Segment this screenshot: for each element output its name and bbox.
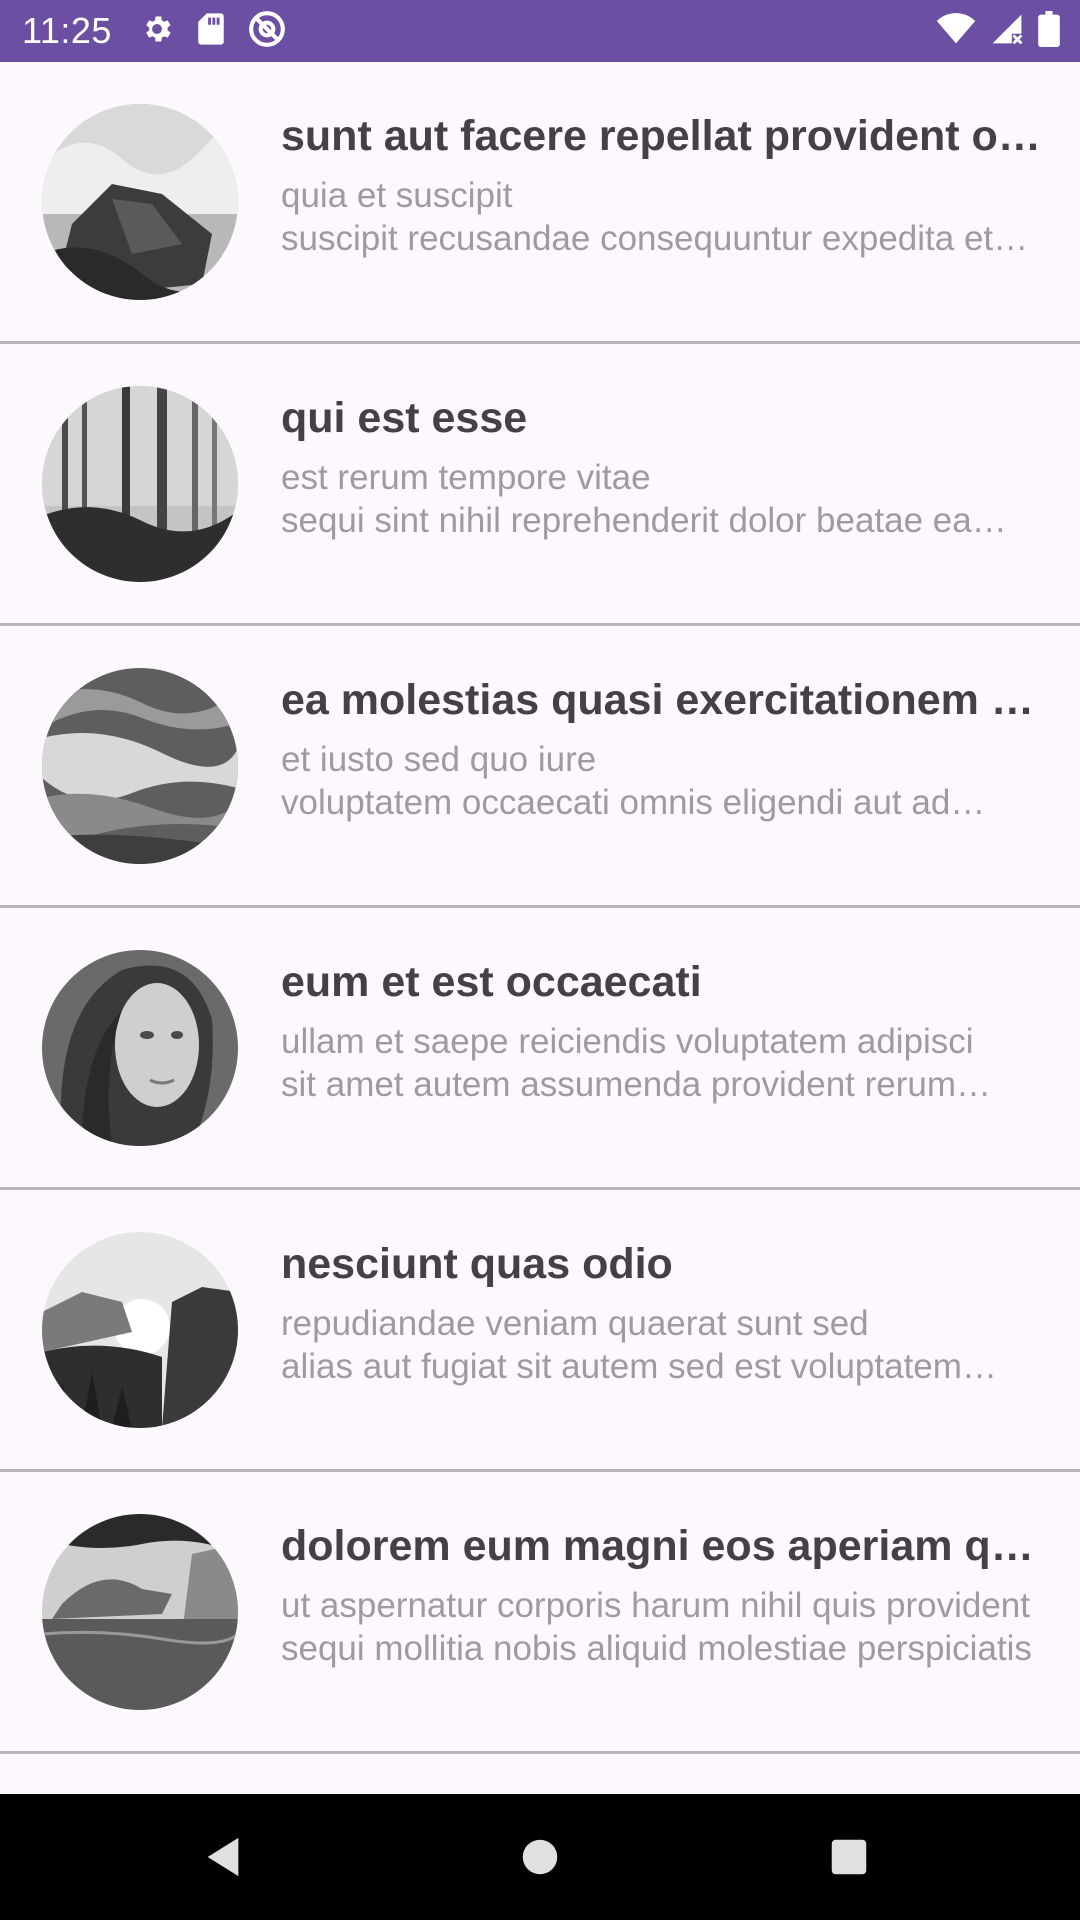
post-image-misty-forest bbox=[42, 386, 238, 582]
wifi-icon bbox=[936, 12, 976, 50]
post-image-woman-portrait bbox=[42, 950, 238, 1146]
post-title: sunt aut facere repellat provident occae… bbox=[281, 112, 1041, 160]
post-body: repudiandae veniam quaerat sunt sed alia… bbox=[281, 1304, 962, 1386]
post-image-mountain-sunset bbox=[42, 1232, 238, 1428]
post-body: ut aspernatur corporis harum nihil quis … bbox=[281, 1586, 1032, 1668]
back-icon[interactable] bbox=[200, 1834, 246, 1885]
post-image-sea-waves bbox=[42, 668, 238, 864]
list-item[interactable]: sunt aut facere repellat provident occae… bbox=[0, 62, 1080, 344]
post-body: ullam et saepe reiciendis voluptatem adi… bbox=[281, 1022, 974, 1104]
post-list: sunt aut facere repellat provident occae… bbox=[0, 62, 1080, 1754]
post-title: qui est esse bbox=[281, 394, 528, 442]
status-bar: 11:25 bbox=[0, 0, 1080, 62]
list-item[interactable]: dolorem eum magni eos aperiam quia ut as… bbox=[0, 1472, 1080, 1754]
post-body: et iusto sed quo iure voluptatem occaeca… bbox=[281, 740, 951, 822]
post-title: ea molestias quasi exercitationem repell… bbox=[281, 676, 1041, 724]
battery-icon bbox=[1038, 10, 1060, 52]
sd-card-icon bbox=[196, 12, 226, 51]
post-image-coastal-cliffs bbox=[42, 1514, 238, 1710]
status-time: 11:25 bbox=[22, 10, 112, 51]
gear-icon bbox=[140, 12, 174, 51]
status-right-icons bbox=[936, 10, 1060, 52]
post-title: nesciunt quas odio bbox=[281, 1240, 673, 1288]
list-item[interactable]: nesciunt quas odio repudiandae veniam qu… bbox=[0, 1190, 1080, 1472]
list-item[interactable]: ea molestias quasi exercitationem repell… bbox=[0, 626, 1080, 908]
post-body: quia et suscipit suscipit recusandae con… bbox=[281, 176, 994, 258]
cell-signal-icon bbox=[990, 13, 1024, 50]
list-item[interactable]: qui est esse est rerum tempore vitae seq… bbox=[0, 344, 1080, 626]
navigation-bar bbox=[0, 1794, 1080, 1920]
post-title: eum et est occaecati bbox=[281, 958, 702, 1006]
at-sign-icon bbox=[248, 10, 286, 53]
recents-icon[interactable] bbox=[826, 1834, 872, 1885]
post-title: dolorem eum magni eos aperiam quia bbox=[281, 1522, 1041, 1570]
post-image-waves-on-rocks bbox=[42, 104, 238, 300]
home-icon[interactable] bbox=[517, 1834, 563, 1885]
status-left-icons bbox=[140, 10, 286, 51]
list-item[interactable]: eum et est occaecati ullam et saepe reic… bbox=[0, 908, 1080, 1190]
post-body: est rerum tempore vitae sequi sint nihil… bbox=[281, 458, 972, 540]
